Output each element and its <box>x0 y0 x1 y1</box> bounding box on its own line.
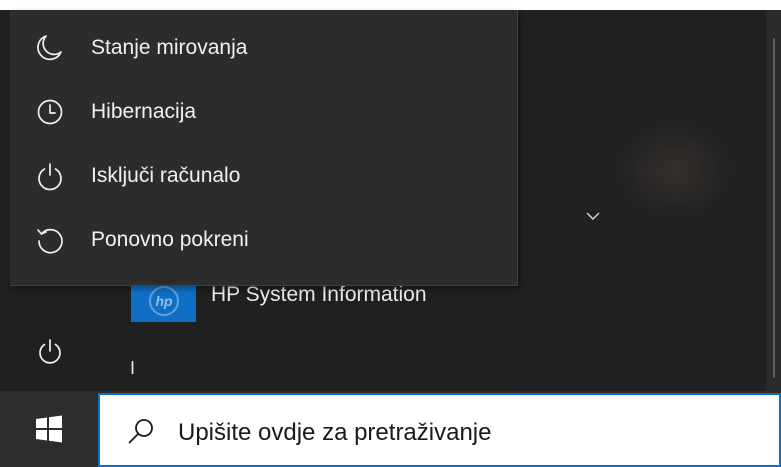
tile-blur <box>615 120 735 220</box>
search-box[interactable]: Upišite ovdje za pretraživanje <box>98 393 781 467</box>
tiles-scrollbar[interactable] <box>766 10 781 391</box>
search-input[interactable]: Upišite ovdje za pretraživanje <box>178 419 492 447</box>
restart-icon <box>32 222 68 258</box>
scrollbar-thumb[interactable] <box>773 38 775 378</box>
search-icon <box>128 419 153 444</box>
menu-item-shutdown[interactable]: Isključi računalo <box>10 144 517 208</box>
chevron-down-icon[interactable] <box>585 208 601 224</box>
menu-item-label: Hibernacija <box>91 100 197 123</box>
menu-item-label: Stanje mirovanja <box>91 36 248 59</box>
hp-system-information-tile[interactable]: hp <box>131 280 196 322</box>
power-icon <box>32 158 68 194</box>
hp-logo-icon: hp <box>149 286 179 316</box>
menu-item-restart[interactable]: Ponovno pokreni <box>10 208 517 272</box>
menu-item-label: Ponovno pokreni <box>91 228 249 251</box>
menu-item-label: Isključi računalo <box>91 164 241 187</box>
app-label-hp-system-information[interactable]: HP System Information <box>211 283 427 307</box>
screen: hp HP System Information I Stanje mirova… <box>0 0 781 467</box>
windows-logo-icon <box>36 415 62 443</box>
taskbar: Upišite ovdje za pretraživanje <box>0 391 781 467</box>
moon-icon <box>32 30 68 66</box>
tiles-panel <box>520 10 766 391</box>
menu-item-sleep[interactable]: Stanje mirovanja <box>10 16 517 80</box>
power-options-menu: Stanje mirovanja Hibernacija Isključi ra… <box>10 10 518 286</box>
clock-icon <box>32 94 68 130</box>
start-button[interactable] <box>0 391 98 467</box>
power-icon[interactable] <box>30 332 70 372</box>
menu-item-hibernate[interactable]: Hibernacija <box>10 80 517 144</box>
app-group-letter[interactable]: I <box>130 358 135 379</box>
